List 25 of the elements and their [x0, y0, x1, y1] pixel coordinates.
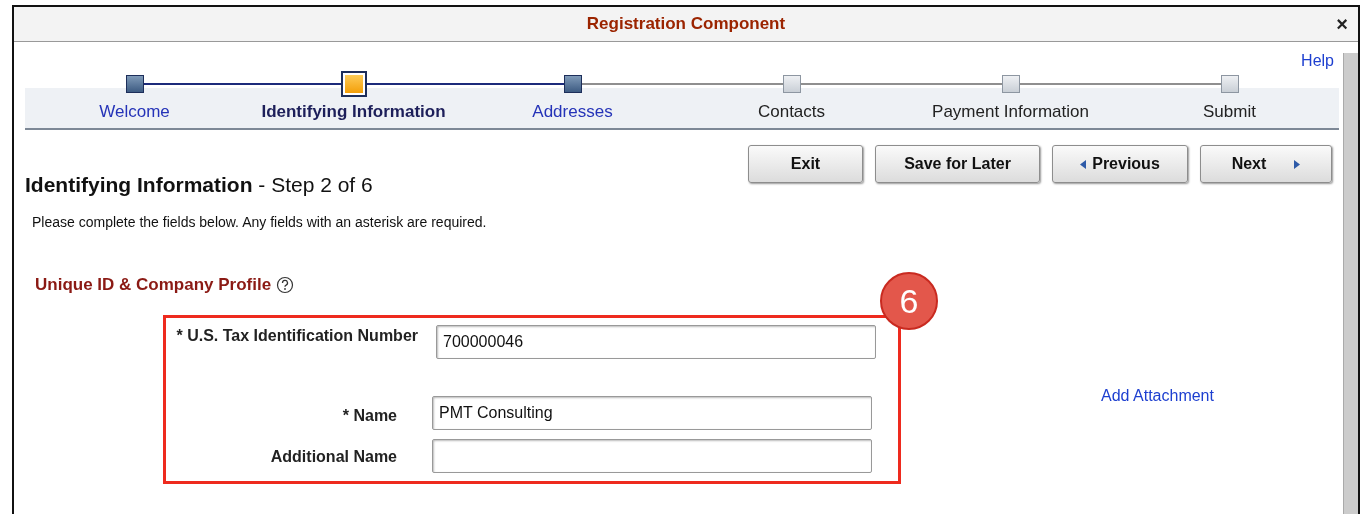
- close-button[interactable]: ×: [1332, 13, 1352, 35]
- right-triangle-icon: [1294, 159, 1301, 169]
- step-label: Identifying Information: [261, 101, 446, 123]
- left-triangle-icon: [1080, 159, 1087, 169]
- help-icon[interactable]: [276, 276, 295, 294]
- text-input[interactable]: 700000046: [436, 325, 876, 359]
- step-label[interactable]: Addresses: [532, 93, 613, 130]
- step-label[interactable]: Welcome: [99, 93, 170, 130]
- scrollbar[interactable]: [1343, 53, 1358, 514]
- text-input[interactable]: PMT Consulting: [432, 396, 872, 430]
- step-label: Payment Information: [932, 101, 1089, 123]
- action-button[interactable]: Exit: [748, 145, 863, 183]
- add-attachment-link[interactable]: Add Attachment: [1101, 387, 1214, 405]
- step-number-badge: 6: [880, 272, 938, 330]
- next-button[interactable]: Next: [1200, 145, 1332, 183]
- text-input[interactable]: [432, 439, 872, 473]
- action-button[interactable]: Save for Later: [875, 145, 1040, 183]
- window-title: Registration Component: [586, 14, 786, 34]
- page-heading: Identifying Information - Step 2 of 6: [25, 173, 374, 197]
- section-heading: Unique ID & Company Profile: [35, 275, 272, 295]
- instructions-text: Please complete the fields below. Any fields with an asterisk are required.: [32, 214, 488, 230]
- help-link[interactable]: Help: [1301, 52, 1334, 72]
- previous-button[interactable]: Previous: [1052, 145, 1188, 183]
- step-label: Contacts: [757, 101, 826, 123]
- step-label: Submit: [1203, 101, 1256, 123]
